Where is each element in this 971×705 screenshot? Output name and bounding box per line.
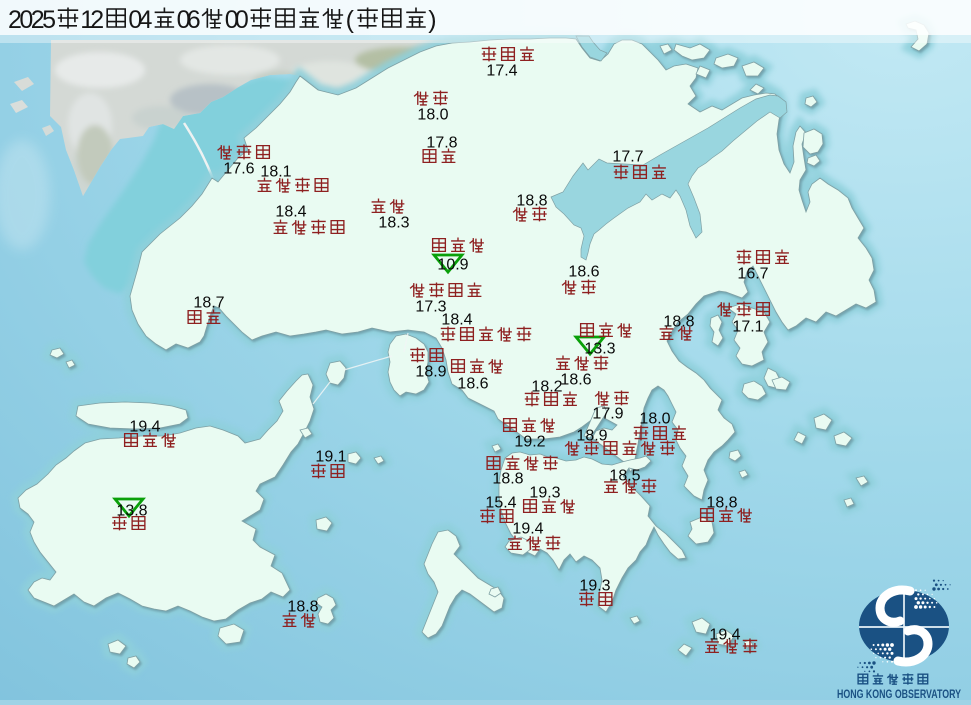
svg-text:10.9: 10.9 xyxy=(437,257,468,274)
svg-text:16.7: 16.7 xyxy=(737,266,768,283)
svg-text:13.8: 13.8 xyxy=(116,503,147,520)
svg-text:18.1: 18.1 xyxy=(260,164,291,181)
svg-text:00: 00 xyxy=(225,6,249,34)
svg-text:19.2: 19.2 xyxy=(514,434,545,451)
svg-text:06: 06 xyxy=(177,6,201,34)
svg-text:12: 12 xyxy=(80,6,104,34)
svg-text:19.4: 19.4 xyxy=(512,521,543,538)
svg-text:17.1: 17.1 xyxy=(732,319,763,336)
svg-text:18.9: 18.9 xyxy=(415,364,446,381)
svg-text:17.4: 17.4 xyxy=(486,63,517,80)
svg-text:04: 04 xyxy=(128,6,152,34)
svg-text:18.8: 18.8 xyxy=(706,495,737,512)
svg-text:19.3: 19.3 xyxy=(529,485,560,502)
svg-text:19.4: 19.4 xyxy=(709,627,740,644)
svg-text:17.6: 17.6 xyxy=(223,161,254,178)
svg-text:17.9: 17.9 xyxy=(592,406,623,423)
svg-text:18.9: 18.9 xyxy=(576,428,607,445)
svg-text:18.8: 18.8 xyxy=(287,599,318,616)
svg-text:19.3: 19.3 xyxy=(579,578,610,595)
svg-text:18.8: 18.8 xyxy=(516,193,547,210)
svg-text:19.4: 19.4 xyxy=(129,419,160,436)
svg-text:15.4: 15.4 xyxy=(485,495,516,512)
svg-text:18.5: 18.5 xyxy=(609,468,640,485)
svg-text:19.1: 19.1 xyxy=(315,449,346,466)
svg-text:18.6: 18.6 xyxy=(568,264,599,281)
svg-text:18.4: 18.4 xyxy=(275,204,306,221)
svg-text:17.7: 17.7 xyxy=(612,149,643,166)
svg-text:18.7: 18.7 xyxy=(193,295,224,312)
svg-text:18.3: 18.3 xyxy=(378,215,409,232)
svg-text:18.0: 18.0 xyxy=(639,411,670,428)
svg-text:2025: 2025 xyxy=(8,6,56,34)
svg-text:): ) xyxy=(428,6,436,34)
svg-text:(: ( xyxy=(346,6,355,34)
svg-text:18.6: 18.6 xyxy=(560,372,591,389)
svg-text:18.2: 18.2 xyxy=(531,379,562,396)
svg-text:18.8: 18.8 xyxy=(492,471,523,488)
svg-text:18.4: 18.4 xyxy=(441,312,472,329)
svg-text:13.3: 13.3 xyxy=(584,341,615,358)
svg-text:17.8: 17.8 xyxy=(426,135,457,152)
svg-text:18.6: 18.6 xyxy=(457,376,488,393)
svg-text:18.0: 18.0 xyxy=(417,107,448,124)
svg-text:18.8: 18.8 xyxy=(663,314,694,331)
svg-text:HONG KONG OBSERVATORY: HONG KONG OBSERVATORY xyxy=(837,689,961,700)
